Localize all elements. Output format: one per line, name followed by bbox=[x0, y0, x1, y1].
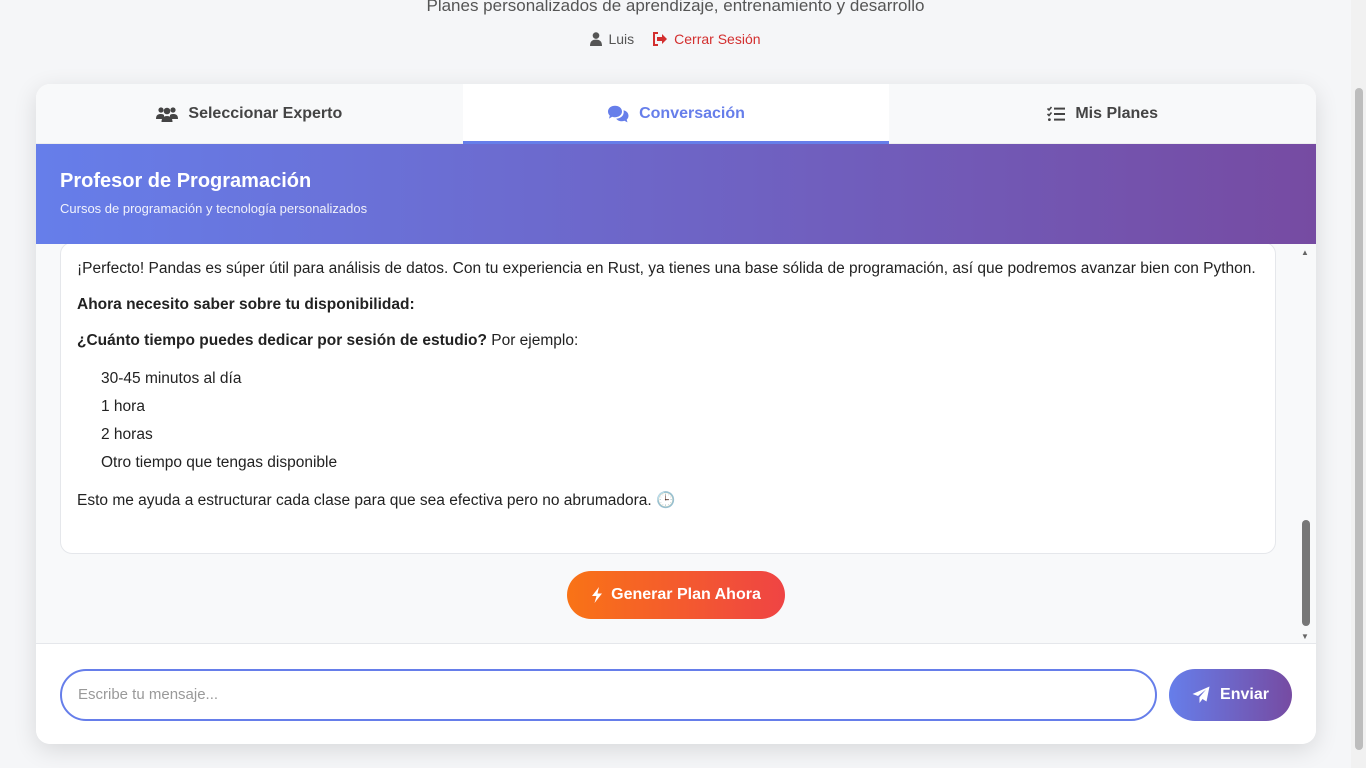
tab-label: Conversación bbox=[639, 104, 745, 122]
generate-plan-label: Generar Plan Ahora bbox=[611, 586, 761, 603]
chat-messages[interactable]: ¡Perfecto! Pandas es súper útil para aná… bbox=[36, 244, 1316, 643]
paper-plane-icon bbox=[1192, 686, 1210, 704]
logout-label: Cerrar Sesión bbox=[674, 31, 761, 47]
list-item: 2 horas bbox=[101, 426, 153, 443]
user-bar: Luis Cerrar Sesión bbox=[0, 31, 1351, 47]
comments-icon bbox=[607, 105, 629, 123]
expert-header: Profesor de Programación Cursos de progr… bbox=[36, 144, 1316, 244]
tab-bar: Seleccionar Experto Conversación Mis Pla… bbox=[36, 84, 1316, 144]
assistant-message: ¡Perfecto! Pandas es súper útil para aná… bbox=[60, 244, 1276, 554]
tab-select-expert[interactable]: Seleccionar Experto bbox=[36, 84, 463, 143]
logout-link[interactable]: Cerrar Sesión bbox=[652, 31, 761, 47]
expert-name: Profesor de Programación bbox=[60, 170, 312, 192]
app-subtitle: Planes personalizados de aprendizaje, en… bbox=[426, 0, 925, 15]
user-name: Luis bbox=[608, 31, 635, 47]
main-card: Seleccionar Experto Conversación Mis Pla… bbox=[36, 84, 1316, 744]
chat-scrollbar[interactable]: ▲ ▼ bbox=[1300, 244, 1312, 643]
message-closing: Esto me ayuda a estructurar cada clase p… bbox=[77, 492, 676, 509]
tab-label: Seleccionar Experto bbox=[188, 104, 343, 122]
list-item: 30-45 minutos al día bbox=[101, 370, 242, 387]
tab-conversation[interactable]: Conversación bbox=[462, 84, 890, 144]
message-availability-heading: Ahora necesito saber sobre tu disponibil… bbox=[77, 296, 415, 313]
tab-my-plans[interactable]: Mis Planes bbox=[889, 84, 1316, 143]
tab-label: Mis Planes bbox=[1075, 104, 1159, 122]
message-composer: Enviar bbox=[36, 643, 1316, 744]
user-info: Luis bbox=[590, 31, 634, 47]
expert-description: Cursos de programación y tecnología pers… bbox=[60, 201, 368, 216]
list-check-icon bbox=[1047, 105, 1066, 122]
message-question-bold: ¿Cuánto tiempo puedes dedicar por sesión… bbox=[77, 332, 487, 349]
list-item: Otro tiempo que tengas disponible bbox=[101, 454, 338, 471]
message-question: ¿Cuánto tiempo puedes dedicar por sesión… bbox=[77, 329, 1259, 353]
message-input[interactable] bbox=[60, 668, 1157, 721]
chat-scrollbar-thumb[interactable] bbox=[1302, 520, 1310, 626]
message-intro: ¡Perfecto! Pandas es súper útil para aná… bbox=[77, 260, 1256, 277]
scroll-up-arrow-icon[interactable]: ▲ bbox=[1301, 248, 1309, 257]
clock-icon: 🕒 bbox=[656, 492, 676, 509]
users-icon bbox=[156, 106, 179, 122]
send-label: Enviar bbox=[1220, 685, 1269, 703]
bolt-icon bbox=[591, 587, 603, 603]
generate-plan-button[interactable]: Generar Plan Ahora bbox=[567, 571, 785, 619]
scroll-down-arrow-icon[interactable]: ▼ bbox=[1301, 632, 1309, 641]
page-scrollbar-thumb[interactable] bbox=[1355, 88, 1363, 750]
user-icon bbox=[590, 32, 603, 46]
page-scrollbar[interactable] bbox=[1351, 0, 1366, 768]
message-question-rest: Por ejemplo: bbox=[486, 332, 579, 349]
sign-out-icon bbox=[652, 32, 668, 46]
list-item: 1 hora bbox=[101, 398, 145, 415]
send-button[interactable]: Enviar bbox=[1169, 668, 1292, 721]
time-options-list: 30-45 minutos al día 1 hora 2 horas Otro… bbox=[77, 365, 1259, 477]
